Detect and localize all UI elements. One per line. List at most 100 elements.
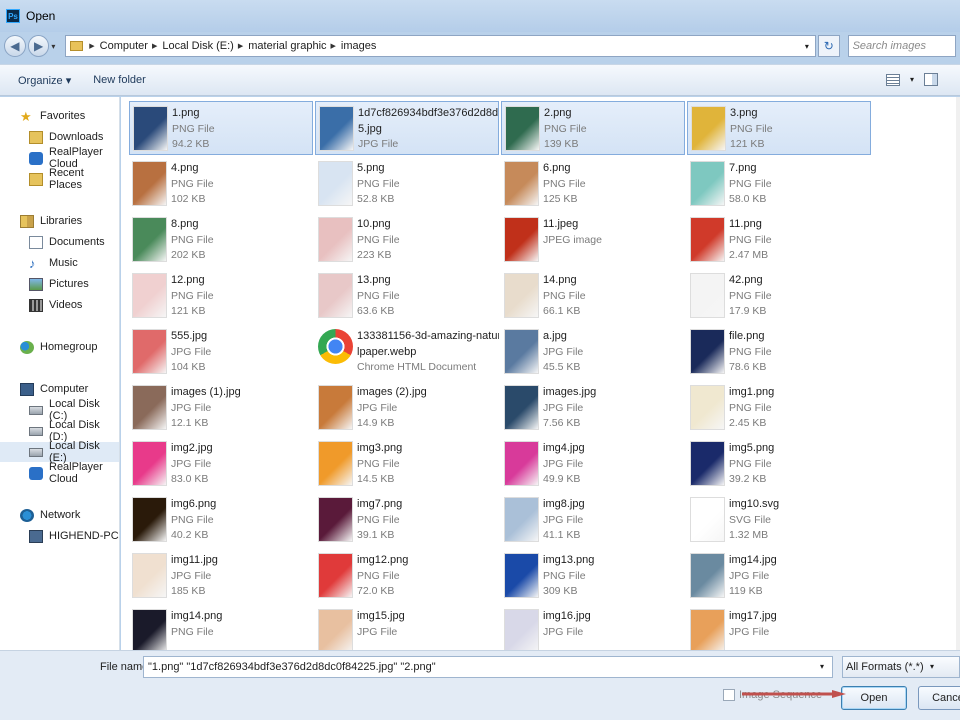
file-item[interactable]: 14.png PNG File 66.1 KB xyxy=(501,269,685,323)
breadcrumb-material-graphic[interactable]: material graphic xyxy=(248,40,326,52)
sidebar-item-homegroup[interactable]: Homegroup xyxy=(0,337,119,357)
file-item[interactable]: img3.png PNG File 14.5 KB xyxy=(315,437,499,491)
file-name-dropdown-icon[interactable]: ▾ xyxy=(820,662,824,671)
file-type-dropdown-icon[interactable]: ▾ xyxy=(930,662,934,671)
breadcrumb-images[interactable]: images xyxy=(341,40,376,52)
file-item[interactable]: 1d7cf826934bdf3e376d2d8dc0f8422 5.jpg JPG … xyxy=(315,101,499,155)
file-item[interactable]: images (2).jpg JPG File 14.9 KB xyxy=(315,381,499,435)
file-size: 66.1 KB xyxy=(543,305,581,317)
file-item[interactable]: img10.svg SVG File 1.32 MB xyxy=(687,493,871,547)
file-item[interactable]: img6.png PNG File 40.2 KB xyxy=(129,493,313,547)
sidebar-item-pictures[interactable]: Pictures xyxy=(0,274,119,294)
file-item[interactable]: 133381156-3d-amazing-natural-wal lpaper.w… xyxy=(315,325,499,379)
file-item[interactable]: img2.jpg JPG File 83.0 KB xyxy=(129,437,313,491)
file-item[interactable]: 6.png PNG File 125 KB xyxy=(501,157,685,211)
sidebar-item-computer[interactable]: Computer xyxy=(0,379,119,399)
cancel-button[interactable]: Cance xyxy=(918,686,960,710)
file-item[interactable]: 12.png PNG File 121 KB xyxy=(129,269,313,323)
file-item[interactable]: 1.png PNG File 94.2 KB xyxy=(129,101,313,155)
checkbox-box[interactable] xyxy=(723,689,735,701)
file-item[interactable]: 4.png PNG File 102 KB xyxy=(129,157,313,211)
file-size: 45.5 KB xyxy=(543,361,581,373)
file-item[interactable]: img14.png PNG File xyxy=(129,605,313,650)
file-item[interactable]: img13.png PNG File 309 KB xyxy=(501,549,685,603)
address-bar[interactable]: ▶ Computer ▶ Local Disk (E:) ▶ material … xyxy=(65,35,816,57)
back-button[interactable]: ◀ xyxy=(4,35,26,57)
address-dropdown-icon[interactable]: ▾ xyxy=(799,42,815,51)
search-input[interactable]: Search images xyxy=(847,35,957,57)
file-item[interactable]: 555.jpg JPG File 104 KB xyxy=(129,325,313,379)
sidebar-item-local-disk-e[interactable]: Local Disk (E:) xyxy=(0,440,119,464)
sidebar-item-favorites[interactable]: ★ Favorites xyxy=(0,106,119,126)
file-item[interactable]: 7.png PNG File 58.0 KB xyxy=(687,157,871,211)
file-item[interactable]: images (1).jpg JPG File 12.1 KB xyxy=(129,381,313,435)
file-list: 1.png PNG File 94.2 KB 1d7cf826934bdf3e376d… xyxy=(121,97,960,650)
refresh-button[interactable]: ↻ xyxy=(817,35,840,57)
file-item[interactable]: 13.png PNG File 63.6 KB xyxy=(315,269,499,323)
sidebar-item-music[interactable]: ♪ Music xyxy=(0,253,119,273)
sidebar-item-label: Libraries xyxy=(40,215,83,227)
file-item[interactable]: 10.png PNG File 223 KB xyxy=(315,213,499,267)
file-item[interactable]: a.jpg JPG File 45.5 KB xyxy=(501,325,685,379)
file-name-input[interactable]: "1.png" "1d7cf826934bdf3e376d2d8dc0f8422… xyxy=(143,656,833,678)
file-item[interactable]: img12.png PNG File 72.0 KB xyxy=(315,549,499,603)
sidebar-item-documents[interactable]: Documents xyxy=(0,232,119,252)
sidebar-item-realplayer-cloud[interactable]: RealPlayer Cloud xyxy=(0,146,119,170)
file-item[interactable]: img17.jpg JPG File xyxy=(687,605,871,650)
file-item[interactable]: 8.png PNG File 202 KB xyxy=(129,213,313,267)
sidebar-item-highend-pc[interactable]: HIGHEND-PC xyxy=(0,526,119,546)
file-item[interactable]: 42.png PNG File 17.9 KB xyxy=(687,269,871,323)
file-type-select[interactable]: All Formats (*.*) xyxy=(842,656,960,678)
file-name: img2.jpg xyxy=(171,442,213,454)
file-name: 14.png xyxy=(543,274,577,286)
file-item[interactable]: 5.png PNG File 52.8 KB xyxy=(315,157,499,211)
file-item[interactable]: img1.png PNG File 2.45 KB xyxy=(687,381,871,435)
view-dropdown-icon[interactable]: ▾ xyxy=(910,75,914,84)
sidebar-item-network[interactable]: Network xyxy=(0,505,119,525)
file-size: 14.9 KB xyxy=(357,417,395,429)
file-item[interactable]: img4.jpg JPG File 49.9 KB xyxy=(501,437,685,491)
file-item[interactable]: 11.png PNG File 2.47 MB xyxy=(687,213,871,267)
recent-locations-dropdown[interactable]: ▾ xyxy=(51,42,61,51)
file-item[interactable]: file.png PNG File 78.6 KB xyxy=(687,325,871,379)
file-item[interactable]: images.jpg JPG File 7.56 KB xyxy=(501,381,685,435)
file-item[interactable]: img16.jpg JPG File xyxy=(501,605,685,650)
sidebar-item-local-disk-d[interactable]: Local Disk (D:) xyxy=(0,419,119,443)
window-title: Open xyxy=(26,9,56,23)
file-item[interactable]: img5.png PNG File 39.2 KB xyxy=(687,437,871,491)
file-item[interactable]: img8.jpg JPG File 41.1 KB xyxy=(501,493,685,547)
file-item[interactable]: img14.jpg JPG File 119 KB xyxy=(687,549,871,603)
file-item[interactable]: 3.png PNG File 121 KB xyxy=(687,101,871,155)
sidebar-item-recent-places[interactable]: Recent Places xyxy=(0,167,119,191)
file-item[interactable]: img11.jpg JPG File 185 KB xyxy=(129,549,313,603)
change-view-icon[interactable] xyxy=(885,73,900,86)
file-thumbnail xyxy=(691,106,726,151)
new-folder-button[interactable]: New folder xyxy=(93,74,146,86)
file-name: 4.png xyxy=(171,162,199,174)
file-type: PNG File xyxy=(543,177,586,190)
file-type: JPG File xyxy=(729,569,770,582)
sidebar-item-downloads[interactable]: Downloads xyxy=(0,127,119,147)
breadcrumb-computer[interactable]: Computer xyxy=(100,40,148,52)
file-item[interactable]: img15.jpg JPG File xyxy=(315,605,499,650)
sidebar-item-libraries[interactable]: Libraries xyxy=(0,211,119,231)
sidebar-item-realplayer-cloud[interactable]: RealPlayer Cloud xyxy=(0,461,119,485)
breadcrumb-local-disk-e[interactable]: Local Disk (E:) xyxy=(162,40,234,52)
file-item[interactable]: 11.jpeg JPEG image xyxy=(501,213,685,267)
sidebar-item-label: Music xyxy=(49,257,78,269)
annotation-arrow xyxy=(742,690,846,698)
navigation-pane: ★ Favorites Downloads RealPlayer Cloud Recen… xyxy=(0,97,120,650)
file-type: JPG File xyxy=(171,345,212,358)
scrollbar[interactable] xyxy=(956,97,960,650)
preview-pane-icon[interactable] xyxy=(924,73,938,86)
sidebar-item-videos[interactable]: Videos xyxy=(0,295,119,315)
file-name: 2.png xyxy=(544,107,572,119)
file-item[interactable]: img7.png PNG File 39.1 KB xyxy=(315,493,499,547)
open-button[interactable]: Open xyxy=(841,686,907,710)
documents-icon xyxy=(29,235,43,249)
file-item[interactable]: 2.png PNG File 139 KB xyxy=(501,101,685,155)
forward-button[interactable]: ▶ xyxy=(27,35,50,57)
file-type: JPG File xyxy=(543,513,584,526)
sidebar-item-local-disk-c[interactable]: Local Disk (C:) xyxy=(0,398,119,422)
organize-button[interactable]: Organize ▾ xyxy=(18,74,71,87)
